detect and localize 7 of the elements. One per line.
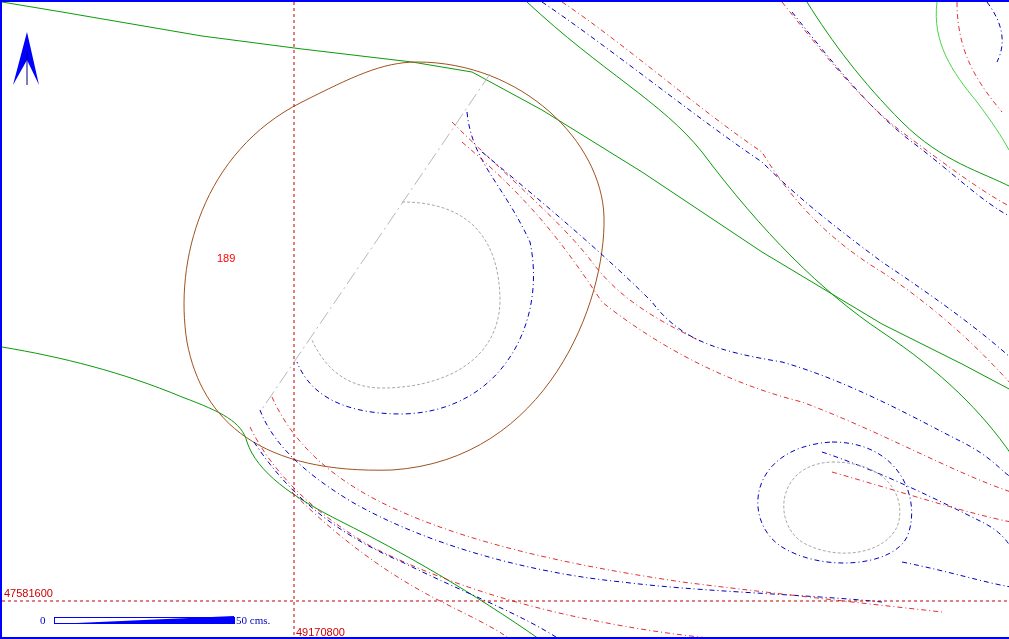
grid-coordinate: 47581600 — [4, 587, 53, 599]
scale-end-label: 50 cms. — [236, 614, 271, 626]
scale-start-label: 0 — [40, 614, 46, 626]
parcel-number: 189 — [217, 252, 236, 264]
map-canvas[interactable]: 189 47581600 49170800 0 50 cms. — [0, 0, 1009, 639]
grid-coordinate: 49170800 — [296, 626, 345, 637]
north-arrow-icon — [13, 32, 39, 86]
